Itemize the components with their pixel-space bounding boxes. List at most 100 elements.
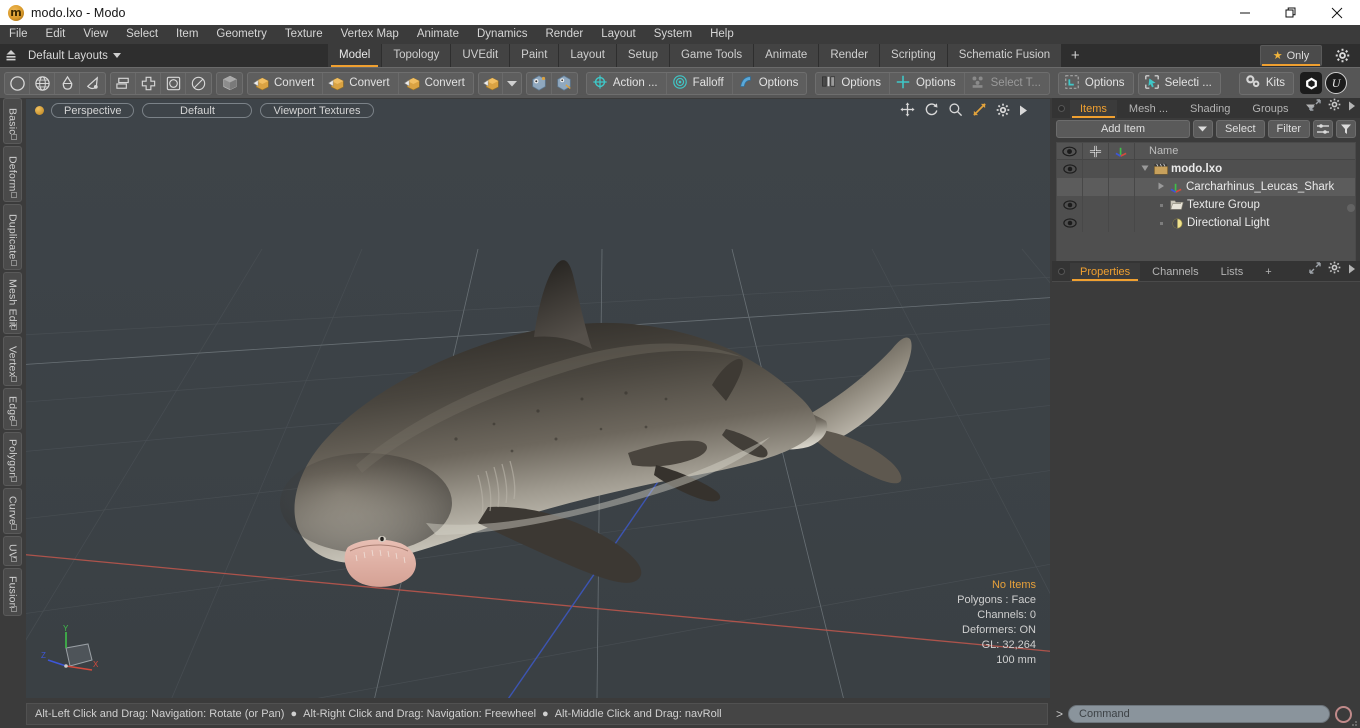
item-list-row[interactable]: Texture Group bbox=[1057, 196, 1355, 214]
chevron-down-icon[interactable] bbox=[1139, 165, 1151, 174]
layout-tab-model[interactable]: Model bbox=[328, 44, 382, 67]
layout-tab-setup[interactable]: Setup bbox=[616, 44, 669, 67]
panel-tab-items[interactable]: Items bbox=[1070, 100, 1117, 118]
menu-item-geometry[interactable]: Geometry bbox=[207, 25, 276, 44]
add-item-button[interactable]: Add Item bbox=[1056, 120, 1190, 138]
command-input[interactable]: Command bbox=[1068, 705, 1330, 723]
left-tab-basic[interactable]: Basic bbox=[3, 98, 22, 144]
convert-button-1[interactable]: Convert bbox=[248, 72, 324, 94]
item-axis-cell[interactable] bbox=[1109, 196, 1135, 214]
workplane-options-button[interactable]: Options bbox=[890, 72, 965, 94]
item-list[interactable]: Name modo.lxo Carcharhinus_Leucas_Shark Te… bbox=[1056, 142, 1356, 263]
items-panel-chevron-right-icon[interactable] bbox=[1348, 98, 1356, 116]
filter-button[interactable]: Filter bbox=[1267, 120, 1310, 138]
layout-tab-animate[interactable]: Animate bbox=[754, 44, 819, 67]
item-axis-cell[interactable] bbox=[1109, 178, 1135, 196]
default-layouts-dropdown[interactable]: Default Layouts bbox=[22, 50, 121, 62]
properties-tab-[interactable]: + bbox=[1255, 263, 1282, 281]
item-axis-cell[interactable] bbox=[1109, 160, 1135, 178]
left-tab-fusion[interactable]: Fusion bbox=[3, 568, 22, 616]
selection-mode-button[interactable]: Selecti ... bbox=[1139, 73, 1220, 94]
item-list-row[interactable]: Directional Light bbox=[1057, 214, 1355, 232]
properties-expand-icon[interactable] bbox=[1309, 261, 1321, 279]
viewport-gear-icon[interactable] bbox=[996, 103, 1010, 122]
unity-icon[interactable] bbox=[1300, 72, 1323, 94]
only-toggle-button[interactable]: ★ Only bbox=[1260, 45, 1322, 66]
convert-button-2[interactable]: Convert bbox=[323, 72, 399, 94]
circle-icon[interactable] bbox=[5, 72, 30, 94]
item-visibility-eye-icon[interactable] bbox=[1057, 214, 1083, 232]
cube-icon[interactable] bbox=[217, 73, 242, 94]
viewport-arrow-icon[interactable] bbox=[1019, 103, 1028, 121]
item-axis-cell[interactable] bbox=[1109, 214, 1135, 232]
properties-chevron-right-icon[interactable] bbox=[1348, 261, 1356, 279]
convert-button-3[interactable]: Convert bbox=[399, 73, 473, 94]
layout-up-icon[interactable] bbox=[0, 44, 22, 67]
properties-tab-lists[interactable]: Lists bbox=[1210, 263, 1254, 281]
menu-item-animate[interactable]: Animate bbox=[408, 25, 468, 44]
minimize-button[interactable] bbox=[1222, 0, 1268, 25]
select-through-button[interactable]: Select T... bbox=[965, 73, 1049, 94]
pan-icon[interactable] bbox=[900, 102, 915, 122]
chevron-right-icon[interactable] bbox=[1155, 182, 1167, 192]
funnel-icon[interactable] bbox=[1336, 120, 1356, 138]
layout-tab-scripting[interactable]: Scripting bbox=[880, 44, 947, 67]
ellipse-icon[interactable] bbox=[186, 73, 211, 94]
layout-tab-schematic-fusion[interactable]: Schematic Fusion bbox=[947, 44, 1062, 67]
mesh-ball-icon[interactable] bbox=[527, 72, 552, 94]
item-list-scrollbar[interactable] bbox=[1345, 166, 1355, 254]
selection-options-button[interactable]: Options bbox=[1059, 73, 1133, 94]
items-panel-gear-icon[interactable] bbox=[1328, 98, 1341, 116]
falloff-button[interactable]: Falloff bbox=[667, 72, 733, 94]
layout-tab-render[interactable]: Render bbox=[819, 44, 880, 67]
convert-dropdown-button[interactable] bbox=[479, 72, 503, 94]
3d-viewport[interactable]: Perspective Default Viewport Textures No… bbox=[26, 99, 1050, 698]
viewport-view-mode[interactable]: Perspective bbox=[51, 103, 135, 118]
close-button[interactable] bbox=[1314, 0, 1360, 25]
item-list-row[interactable]: Carcharhinus_Leucas_Shark bbox=[1057, 178, 1355, 196]
snapping-options-button[interactable]: Options bbox=[733, 73, 807, 94]
expand-icon[interactable] bbox=[1309, 98, 1321, 116]
mesh-ball-alt-icon[interactable] bbox=[552, 73, 577, 94]
menu-item-edit[interactable]: Edit bbox=[37, 25, 75, 44]
panel-tab-shading[interactable]: Shading bbox=[1180, 100, 1241, 118]
item-visibility-eye-icon[interactable] bbox=[1057, 178, 1083, 196]
menu-item-render[interactable]: Render bbox=[536, 25, 592, 44]
properties-tab-channels[interactable]: Channels bbox=[1142, 263, 1209, 281]
menu-item-view[interactable]: View bbox=[74, 25, 117, 44]
menu-item-system[interactable]: System bbox=[645, 25, 701, 44]
unreal-icon[interactable]: U bbox=[1325, 72, 1348, 94]
layout-gear-icon[interactable] bbox=[1330, 45, 1354, 66]
add-item-chevron-down-icon[interactable] bbox=[1192, 120, 1213, 138]
panel-tab-groups[interactable]: Groups bbox=[1242, 100, 1299, 118]
item-visibility-eye-icon[interactable] bbox=[1057, 160, 1083, 178]
menu-item-item[interactable]: Item bbox=[167, 25, 207, 44]
select-button[interactable]: Select bbox=[1215, 120, 1265, 138]
add-layout-tab-button[interactable]: + bbox=[1062, 44, 1088, 67]
globe-icon[interactable] bbox=[30, 72, 55, 94]
item-lock-cell[interactable] bbox=[1083, 196, 1109, 214]
layout-tab-uvedit[interactable]: UVEdit bbox=[451, 44, 510, 67]
cone-icon[interactable] bbox=[80, 73, 105, 94]
properties-tab-properties[interactable]: Properties bbox=[1070, 263, 1141, 281]
left-tab-curve[interactable]: Curve bbox=[3, 488, 22, 534]
kits-button[interactable]: Kits bbox=[1240, 73, 1293, 94]
layout-tab-paint[interactable]: Paint bbox=[510, 44, 559, 67]
menu-item-dynamics[interactable]: Dynamics bbox=[468, 25, 536, 44]
layout-tab-topology[interactable]: Topology bbox=[382, 44, 451, 67]
panel-tab-mesh[interactable]: Mesh ... bbox=[1118, 100, 1179, 118]
left-tab-duplicate[interactable]: Duplicate bbox=[3, 204, 22, 270]
convert-chevron-down-icon[interactable] bbox=[503, 73, 521, 94]
properties-gear-icon[interactable] bbox=[1328, 261, 1341, 279]
layout-tab-game-tools[interactable]: Game Tools bbox=[669, 44, 754, 67]
viewport-display-mode[interactable]: Viewport Textures bbox=[260, 103, 374, 118]
viewport-shading-preset[interactable]: Default bbox=[142, 103, 253, 118]
layout-tab-layout[interactable]: Layout bbox=[559, 44, 616, 67]
menu-item-texture[interactable]: Texture bbox=[276, 25, 332, 44]
left-tab-deform[interactable]: Deform bbox=[3, 146, 22, 202]
menu-item-layout[interactable]: Layout bbox=[592, 25, 645, 44]
action-center-button[interactable]: Action ... bbox=[587, 72, 667, 94]
symmetry-options-button[interactable]: Options bbox=[816, 72, 890, 94]
item-lock-cell[interactable] bbox=[1083, 160, 1109, 178]
maximize-button[interactable] bbox=[1268, 0, 1314, 25]
